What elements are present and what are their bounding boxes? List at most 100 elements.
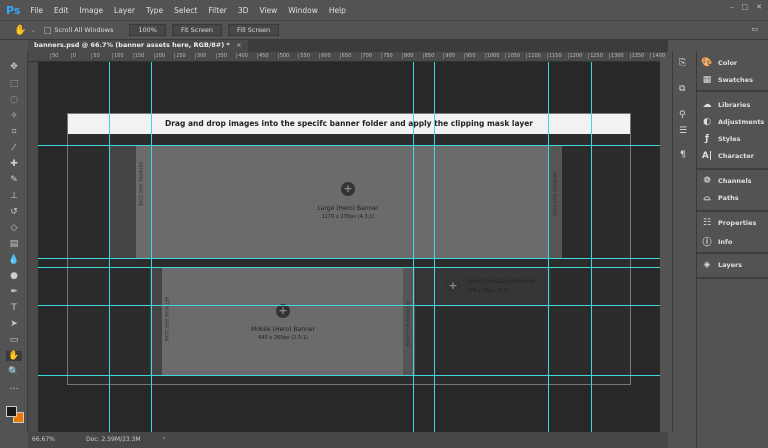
guide-vertical[interactable] (413, 62, 414, 432)
ruler-tick-label: 600 (319, 53, 331, 59)
small-feature-banner[interactable] (416, 267, 551, 307)
layers-icon: ◈ (703, 260, 711, 270)
guide-vertical[interactable] (151, 62, 152, 432)
fit-screen-button[interactable]: Fit Screen (171, 24, 222, 36)
zoom-level[interactable]: 66.67% (32, 436, 55, 443)
guide-horizontal[interactable] (38, 305, 660, 306)
menu-layer[interactable]: Layer (114, 6, 135, 15)
ruler-tick-label: 850 (422, 53, 435, 59)
workspace-icon[interactable]: ▭ (751, 25, 758, 33)
guide-horizontal[interactable] (38, 375, 660, 376)
crop-tool-icon[interactable]: ⌗ (6, 127, 22, 137)
ruler-tick-label: 1100 (526, 53, 541, 59)
document-tab[interactable]: banners.psd @ 66.7% (banner assets here,… (28, 40, 248, 52)
close-window-icon[interactable]: ✕ (756, 3, 762, 11)
add-image-icon[interactable]: + (446, 279, 460, 293)
foreground-color-swatch[interactable] (6, 406, 17, 417)
minimize-icon[interactable]: – (731, 3, 735, 11)
document-size: Doc: 2.59M/23.3M (86, 436, 141, 443)
panel-character[interactable]: A| Character (701, 151, 754, 161)
character-icon: A| (701, 151, 713, 161)
move-tool-icon[interactable]: ✥ (6, 62, 22, 72)
history-icon[interactable]: ⎘ (679, 58, 686, 68)
palette-icon: 🎨 (701, 58, 713, 68)
path-selection-icon[interactable]: ➤ (6, 319, 22, 329)
magic-wand-tool-icon[interactable]: ✧ (6, 111, 22, 121)
panel-paths[interactable]: ⌓ Paths (701, 193, 738, 203)
channels-icon: ❁ (703, 176, 711, 186)
safe-zone-label: ARTWORK SAFE ZONE (405, 302, 410, 347)
eraser-tool-icon[interactable]: ◇ (6, 223, 22, 233)
menu-3d[interactable]: 3D (238, 6, 249, 15)
panel-adjustments[interactable]: ◐ Adjustments (701, 117, 764, 127)
status-menu-arrow-icon[interactable]: › (163, 435, 165, 442)
guide-horizontal[interactable] (38, 267, 660, 268)
zoom-100-button[interactable]: 100% (129, 24, 166, 36)
menu-file[interactable]: File (30, 6, 43, 15)
panel-swatches[interactable]: ▦ Swatches (701, 75, 753, 85)
panel-info[interactable]: ⓘ Info (701, 235, 732, 249)
document-tab-title: banners.psd @ 66.7% (banner assets here,… (34, 41, 230, 49)
hand-tool-icon[interactable]: ✋ (14, 25, 26, 36)
more-tools-icon[interactable]: … (6, 382, 22, 392)
guide-vertical[interactable] (591, 62, 592, 432)
panel-layers[interactable]: ◈ Layers (701, 260, 743, 270)
menu-image[interactable]: Image (80, 6, 104, 15)
healing-brush-icon[interactable]: ✚ (6, 159, 22, 169)
panel-color[interactable]: 🎨 Color (701, 58, 737, 68)
lasso-tool-icon[interactable]: ◌ (6, 95, 22, 105)
menu-edit[interactable]: Edit (54, 6, 69, 15)
guide-vertical[interactable] (109, 62, 110, 432)
menu-help[interactable]: Help (329, 6, 346, 15)
guide-vertical[interactable] (548, 62, 549, 432)
panel-styles[interactable]: ƒ Styles (701, 134, 741, 144)
history-brush-icon[interactable]: ↺ (6, 207, 22, 217)
maximize-icon[interactable]: □ (741, 3, 748, 11)
marquee-tool-icon[interactable]: ⬚ (6, 79, 22, 89)
add-image-icon[interactable]: + (341, 182, 355, 196)
menu-select[interactable]: Select (174, 6, 197, 15)
ruler-tick-label: 1150 (546, 53, 562, 59)
mobile-hero-banner[interactable] (162, 267, 403, 375)
panel-properties[interactable]: ☷ Properties (701, 218, 756, 228)
hand-tool-icon[interactable]: ✋ (6, 351, 22, 361)
canvas[interactable]: Drag and drop images into the specifc ba… (38, 62, 660, 432)
tool-preset-chevron-icon[interactable]: ⌄ (30, 26, 36, 34)
large-hero-banner[interactable] (136, 145, 548, 258)
rectangle-tool-icon[interactable]: ▭ (6, 335, 22, 345)
large-banner-size: 1170 x 276px (4.3:1) (321, 214, 375, 220)
brush-presets-icon[interactable]: ⚲ (679, 110, 686, 120)
actions-icon[interactable]: ⧉ (679, 84, 685, 94)
type-tool-icon[interactable]: T (6, 303, 22, 313)
menu-window[interactable]: Window (288, 6, 318, 15)
paragraph-icon[interactable]: ¶ (680, 150, 686, 160)
blur-tool-icon[interactable]: 💧 (6, 255, 22, 265)
scroll-all-windows-checkbox[interactable] (44, 26, 52, 34)
guide-horizontal[interactable] (38, 145, 660, 146)
guide-horizontal[interactable] (38, 258, 660, 259)
tools-panel: ✥ ⬚ ◌ ✧ ⌗ ⁄ ✚ ✎ ⊥ ↺ ◇ ▤ 💧 ● ✒ T ➤ ▭ ✋ 🔍 … (0, 52, 28, 432)
ruler-tick-label: 400 (236, 53, 248, 59)
zoom-tool-icon[interactable]: 🔍 (6, 367, 22, 377)
panel-channels[interactable]: ❁ Channels (701, 176, 751, 186)
guide-vertical[interactable] (434, 62, 435, 432)
tool-presets-icon[interactable]: ☰ (679, 126, 687, 136)
pen-tool-icon[interactable]: ✒ (6, 287, 22, 297)
menu-type[interactable]: Type (146, 6, 163, 15)
menu-filter[interactable]: Filter (208, 6, 227, 15)
ruler-tick-label: 1300 (608, 53, 624, 59)
clone-stamp-icon[interactable]: ⊥ (6, 191, 22, 201)
fill-screen-button[interactable]: Fill Screen (228, 24, 280, 36)
ruler-tick-label: 1350 (629, 53, 645, 59)
gradient-tool-icon[interactable]: ▤ (6, 239, 22, 249)
ruler-tick-label: 50 (91, 53, 100, 59)
dodge-tool-icon[interactable]: ● (6, 271, 22, 281)
menu-view[interactable]: View (259, 6, 277, 15)
small-banner-title: Small (Feature) Banner (467, 278, 537, 285)
panel-libraries[interactable]: ☁ Libraries (701, 100, 751, 110)
close-tab-icon[interactable]: × (236, 41, 241, 49)
panel-dock: 🎨 Color ▦ Swatches ☁ Libraries ◐ Adjustments… (696, 52, 768, 448)
eyedropper-tool-icon[interactable]: ⁄ (6, 143, 22, 153)
add-image-icon[interactable]: + (276, 304, 290, 318)
brush-tool-icon[interactable]: ✎ (6, 175, 22, 185)
